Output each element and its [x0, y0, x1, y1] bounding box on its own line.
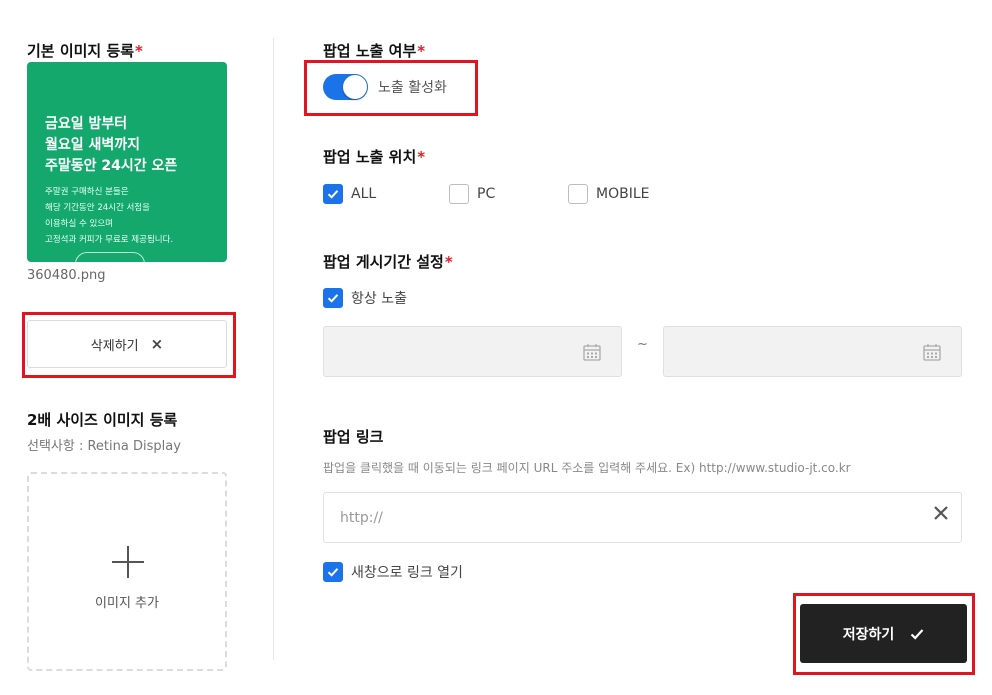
highlight-box	[793, 593, 975, 675]
checkbox-label: MOBILE	[596, 186, 650, 202]
banner-button-outline	[75, 252, 145, 262]
checkbox-label: 새창으로 링크 열기	[351, 565, 463, 581]
period-title-text: 팝업 게시기간 설정	[323, 253, 444, 271]
checkbox-unchecked-icon[interactable]	[568, 184, 588, 204]
required-mark: *	[444, 253, 453, 271]
position-checkbox-mobile[interactable]: MOBILE	[568, 184, 649, 204]
banner-body: 주말권 구매하신 분들은 해당 기간동안 24시간 서점을 이용하실 수 있으며…	[45, 184, 173, 248]
banner-body-line: 고정석과 커피가 무료로 제공됩니다.	[45, 235, 174, 245]
retina-image-desc: 선택사항 : Retina Display	[27, 439, 181, 454]
position-title: 팝업 노출 위치*	[323, 146, 425, 167]
banner-headline: 금요일 밤부터 월요일 새벽까지 주말동안 24시간 오픈	[45, 114, 177, 177]
link-title: 팝업 링크	[323, 428, 384, 446]
popup-show-title: 팝업 노출 여부*	[323, 40, 425, 61]
period-title: 팝업 게시기간 설정*	[323, 251, 453, 272]
checkbox-checked-icon[interactable]	[323, 184, 343, 204]
checkbox-label: 항상 노출	[351, 291, 407, 307]
default-image-title: 기본 이미지 등록*	[27, 40, 143, 61]
checkbox-label: ALL	[351, 186, 377, 202]
retina-image-title: 2배 사이즈 이미지 등록	[27, 411, 178, 429]
link-description: 팝업을 클릭했을 때 이동되는 링크 페이지 URL 주소를 입력해 주세요. …	[323, 461, 851, 475]
url-input[interactable]	[340, 506, 920, 530]
default-image-title-text: 기본 이미지 등록	[27, 42, 135, 60]
banner-preview-image: 금요일 밤부터 월요일 새벽까지 주말동안 24시간 오픈 주말권 구매하신 분…	[27, 62, 227, 262]
banner-headline-line: 주말동안 24시간 오픈	[45, 158, 178, 174]
always-show-checkbox[interactable]: 항상 노출	[323, 288, 407, 308]
settings-panel: 팝업 노출 여부* 노출 활성화 팝업 노출 위치* ALL PC MOBILE…	[274, 0, 992, 695]
url-field[interactable]	[323, 492, 962, 543]
highlight-box	[22, 312, 236, 378]
end-date-input[interactable]	[663, 326, 962, 377]
calendar-icon[interactable]	[923, 343, 941, 361]
banner-body-line: 주말권 구매하신 분들은	[45, 187, 129, 197]
highlight-box	[304, 60, 478, 116]
checkbox-checked-icon[interactable]	[323, 562, 343, 582]
banner-headline-line: 월요일 새벽까지	[45, 137, 141, 153]
required-mark: *	[417, 42, 426, 60]
image-filename: 360480.png	[27, 268, 106, 283]
add-image-dropzone[interactable]: 이미지 추가	[27, 472, 227, 671]
add-image-label: 이미지 추가	[95, 596, 159, 611]
calendar-icon[interactable]	[583, 343, 601, 361]
new-window-checkbox[interactable]: 새창으로 링크 열기	[323, 562, 463, 582]
checkbox-checked-icon[interactable]	[323, 288, 343, 308]
position-checkbox-pc[interactable]: PC	[449, 184, 495, 204]
clear-icon[interactable]	[933, 505, 949, 521]
banner-body-line: 해당 기간동안 24시간 서점을	[45, 203, 150, 213]
required-mark: *	[135, 42, 143, 60]
date-separator: ~	[637, 337, 648, 352]
required-mark: *	[417, 148, 426, 166]
position-checkbox-all[interactable]: ALL	[323, 184, 376, 204]
plus-icon	[112, 546, 144, 578]
banner-body-line: 이용하실 수 있으며	[45, 219, 113, 229]
start-date-input[interactable]	[323, 326, 622, 377]
checkbox-label: PC	[477, 186, 496, 202]
position-title-text: 팝업 노출 위치	[323, 148, 417, 166]
banner-headline-line: 금요일 밤부터	[45, 116, 128, 132]
image-panel: 기본 이미지 등록* 금요일 밤부터 월요일 새벽까지 주말동안 24시간 오픈…	[0, 0, 273, 695]
popup-show-title-text: 팝업 노출 여부	[323, 42, 417, 60]
checkbox-unchecked-icon[interactable]	[449, 184, 469, 204]
